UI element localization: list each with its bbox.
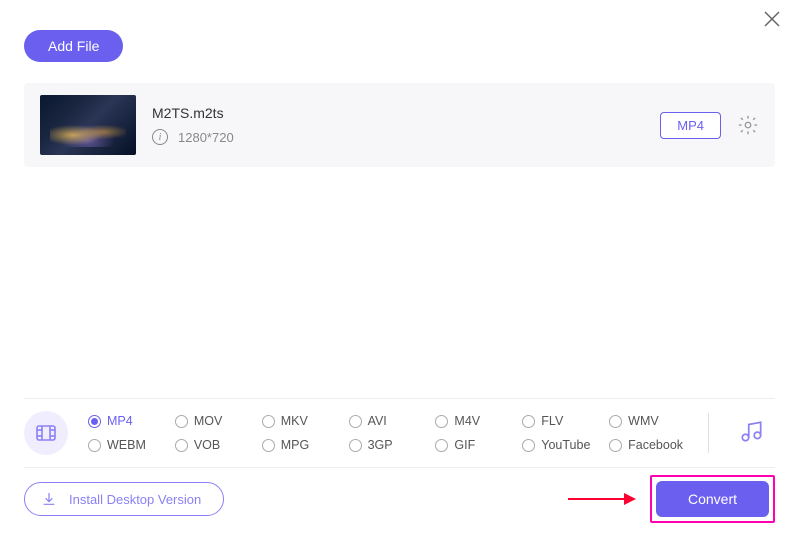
format-panel: MP4 MOV MKV AVI M4V FLV WMV WEBM VOB MPG 3GP GIF You… xyxy=(24,398,775,468)
gear-icon[interactable] xyxy=(737,114,759,136)
radio-icon xyxy=(88,415,101,428)
format-option-gif[interactable]: GIF xyxy=(435,438,514,452)
format-option-webm[interactable]: WEBM xyxy=(88,438,167,452)
format-label: VOB xyxy=(194,438,220,452)
format-option-m4v[interactable]: M4V xyxy=(435,414,514,428)
format-option-facebook[interactable]: Facebook xyxy=(609,438,688,452)
radio-icon xyxy=(262,439,275,452)
radio-icon xyxy=(522,415,535,428)
radio-icon xyxy=(175,415,188,428)
radio-icon xyxy=(88,439,101,452)
music-icon[interactable] xyxy=(729,418,775,449)
radio-icon xyxy=(175,439,188,452)
install-label: Install Desktop Version xyxy=(69,492,201,507)
file-name: M2TS.m2ts xyxy=(152,105,644,121)
radio-icon xyxy=(349,415,362,428)
close-icon[interactable] xyxy=(763,10,781,33)
convert-button[interactable]: Convert xyxy=(656,481,769,517)
format-label: WMV xyxy=(628,414,659,428)
format-option-mpg[interactable]: MPG xyxy=(262,438,341,452)
file-resolution: 1280*720 xyxy=(178,130,234,145)
format-option-mkv[interactable]: MKV xyxy=(262,414,341,428)
format-label: FLV xyxy=(541,414,563,428)
format-label: AVI xyxy=(368,414,387,428)
format-label: GIF xyxy=(454,438,475,452)
format-label: M4V xyxy=(454,414,480,428)
convert-highlight: Convert xyxy=(650,475,775,523)
format-option-mp4[interactable]: MP4 xyxy=(88,414,167,428)
radio-icon xyxy=(609,415,622,428)
radio-icon xyxy=(262,415,275,428)
format-label: Facebook xyxy=(628,438,683,452)
radio-icon xyxy=(522,439,535,452)
format-option-mov[interactable]: MOV xyxy=(175,414,254,428)
radio-icon xyxy=(349,439,362,452)
divider xyxy=(708,413,709,453)
download-icon xyxy=(41,491,57,507)
format-label: 3GP xyxy=(368,438,393,452)
info-icon[interactable]: i xyxy=(152,129,168,145)
format-option-avi[interactable]: AVI xyxy=(349,414,428,428)
radio-icon xyxy=(435,439,448,452)
install-desktop-button[interactable]: Install Desktop Version xyxy=(24,482,224,516)
format-option-youtube[interactable]: YouTube xyxy=(522,438,601,452)
format-label: MOV xyxy=(194,414,222,428)
arrow-icon xyxy=(566,491,636,507)
format-option-vob[interactable]: VOB xyxy=(175,438,254,452)
target-format-button[interactable]: MP4 xyxy=(660,112,721,139)
format-label: MP4 xyxy=(107,414,133,428)
footer: Install Desktop Version Convert xyxy=(24,475,775,523)
format-label: MKV xyxy=(281,414,308,428)
format-option-flv[interactable]: FLV xyxy=(522,414,601,428)
format-label: WEBM xyxy=(107,438,146,452)
format-label: MPG xyxy=(281,438,309,452)
format-label: YouTube xyxy=(541,438,590,452)
format-option-wmv[interactable]: WMV xyxy=(609,414,688,428)
radio-icon xyxy=(435,415,448,428)
format-option-3gp[interactable]: 3GP xyxy=(349,438,428,452)
file-item: M2TS.m2ts i 1280*720 MP4 xyxy=(24,83,775,167)
add-file-button[interactable]: Add File xyxy=(24,30,123,62)
radio-icon xyxy=(609,439,622,452)
video-thumbnail[interactable] xyxy=(40,95,136,155)
video-icon[interactable] xyxy=(24,411,68,455)
